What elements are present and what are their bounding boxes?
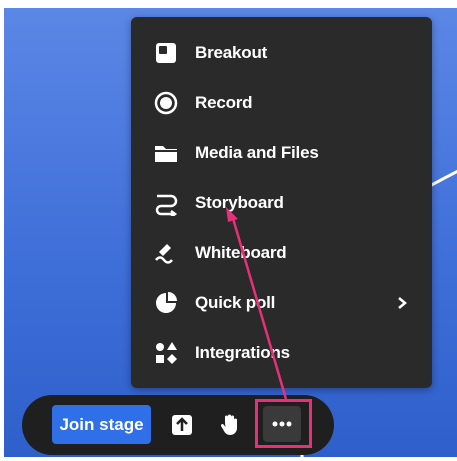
menu-item-label: Record <box>195 93 253 112</box>
folder-icon <box>155 146 177 162</box>
menu-item-label: Whiteboard <box>195 243 287 262</box>
menu-item-media-files[interactable]: Media and Files <box>131 128 432 178</box>
menu-item-label: Storyboard <box>195 193 284 212</box>
join-stage-button[interactable]: Join stage <box>52 405 151 444</box>
integrations-icon <box>156 342 177 364</box>
upload-button[interactable] <box>162 405 202 444</box>
more-button-highlight <box>255 399 312 448</box>
whiteboard-icon <box>155 244 173 264</box>
upload-icon <box>172 414 192 435</box>
menu-item-breakout[interactable]: Breakout <box>131 28 432 78</box>
menu-item-label: Breakout <box>195 43 268 62</box>
menu-item-quick-poll[interactable]: Quick poll <box>131 278 432 328</box>
storyboard-icon <box>155 194 178 216</box>
chevron-right-icon <box>398 297 407 309</box>
menu-item-record[interactable]: Record <box>131 78 432 128</box>
menu-item-label: Quick poll <box>195 293 276 312</box>
raise-hand-button[interactable] <box>210 405 250 444</box>
record-icon <box>154 91 178 115</box>
menu-item-label: Media and Files <box>195 143 319 162</box>
menu-item-whiteboard[interactable]: Whiteboard <box>131 228 432 278</box>
raise-hand-icon <box>220 414 237 435</box>
menu-item-label: Integrations <box>195 343 290 362</box>
pie-chart-icon <box>156 292 177 313</box>
breakout-icon <box>156 43 176 63</box>
menu-item-integrations[interactable]: Integrations <box>131 328 432 378</box>
menu-item-storyboard[interactable]: Storyboard <box>131 178 432 228</box>
more-options-menu: Breakout Record Media and Files Storyboa… <box>131 17 432 388</box>
